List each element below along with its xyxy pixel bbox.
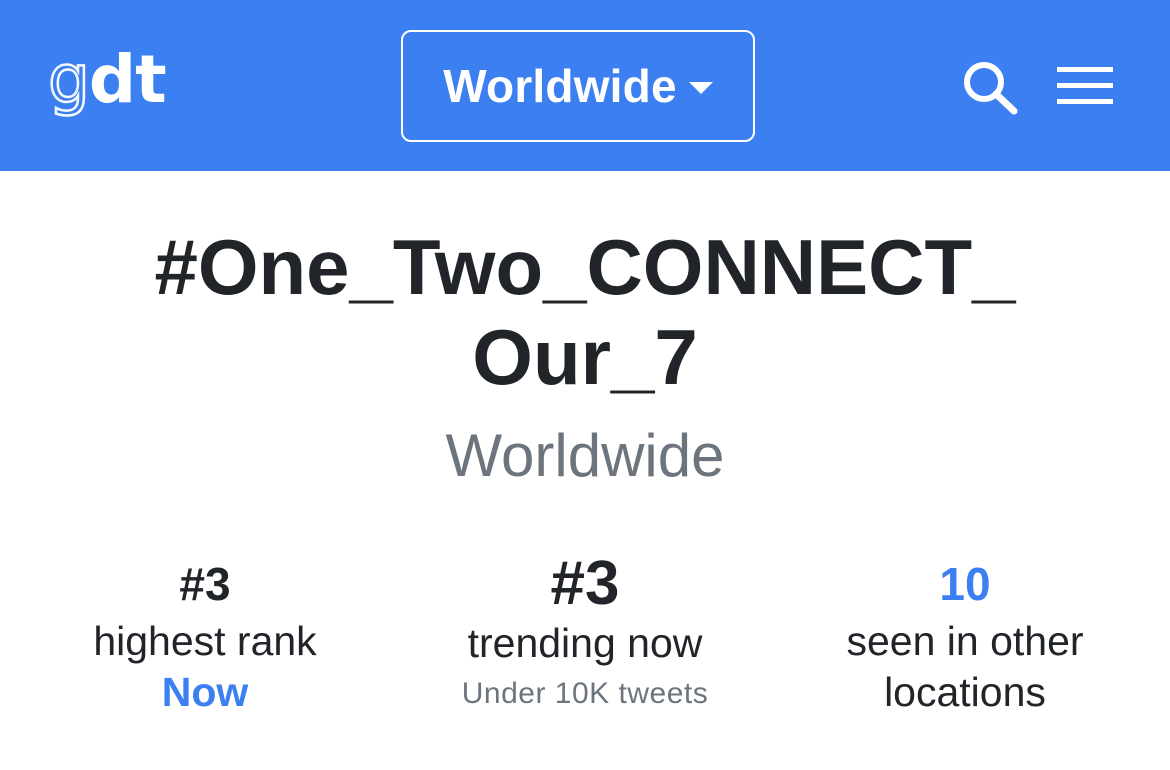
menu-button[interactable] (1057, 66, 1115, 106)
tweet-volume-note: Under 10K tweets (461, 677, 709, 710)
top-navbar: gdt Worldwide (0, 0, 1170, 171)
stat-trending-now: #3 trending now Under 10K tweets (390, 549, 780, 719)
trend-title: #One_Two_CONNECT_ Our_7 (60, 222, 1110, 402)
trending-now-value: #3 (550, 549, 620, 618)
location-dropdown-label: Worldwide (443, 60, 677, 112)
logo-light-text: g (47, 41, 91, 118)
logo-bold-text: dt (88, 41, 167, 118)
highest-rank-value: #3 (179, 558, 231, 610)
search-button[interactable] (958, 58, 1022, 116)
stat-other-locations[interactable]: 10 seen in other locations (770, 552, 1160, 718)
other-locations-count[interactable]: 10 (770, 552, 1160, 616)
gdt-logo[interactable]: gdt (47, 41, 167, 124)
trend-location: Worldwide (445, 422, 725, 489)
trending-now-caption: trending now (467, 620, 703, 666)
trend-title-line-1: #One_Two_CONNECT_ (154, 223, 1016, 311)
highest-rank-caption: highest rank (93, 618, 317, 664)
trend-title-line-2: Our_7 (472, 313, 698, 401)
highest-rank-time-link[interactable]: Now (10, 667, 400, 718)
other-locations-caption-line-2: locations (884, 669, 1046, 715)
stat-highest-rank: #3 highest rank Now (10, 552, 400, 718)
hamburger-menu-icon (1057, 67, 1113, 104)
search-icon (964, 62, 1018, 115)
location-dropdown-button[interactable]: Worldwide (401, 30, 755, 142)
other-locations-caption-line-1: seen in other (846, 618, 1084, 664)
caret-down-icon (688, 82, 713, 94)
